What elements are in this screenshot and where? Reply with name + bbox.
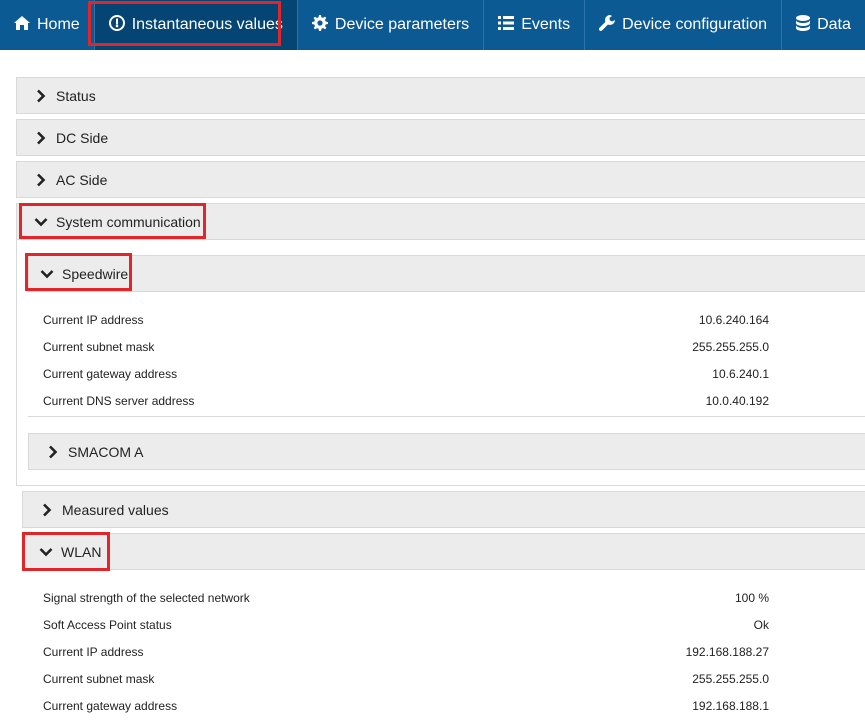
row-value: 100 %: [734, 591, 769, 605]
row-label: Signal strength of the selected network: [43, 591, 250, 605]
chevron-right-icon: [34, 173, 48, 187]
panel-smacom-a-label: SMACOM A: [68, 443, 144, 460]
row-value: 192.168.188.27: [685, 645, 769, 659]
row-label: Current IP address: [43, 645, 144, 659]
table-row: Current DNS server address 10.0.40.192: [43, 394, 769, 410]
table-row: Current subnet mask 255.255.255.0: [43, 340, 769, 356]
chevron-right-icon: [40, 503, 54, 517]
nav-home[interactable]: Home: [0, 0, 95, 50]
row-label: Current DNS server address: [43, 394, 195, 408]
nav-device-configuration-label: Device configuration: [622, 16, 768, 33]
top-navbar: Home Instantaneous values Device paramet…: [0, 0, 865, 50]
table-row: Current IP address 10.6.240.164: [43, 313, 769, 329]
nav-data-label: Data: [817, 16, 851, 33]
row-label: Current subnet mask: [43, 340, 155, 354]
chevron-right-icon: [34, 131, 48, 145]
panel-ac-side-label: AC Side: [56, 171, 108, 188]
row-label: Current IP address: [43, 313, 144, 327]
chevron-right-icon: [46, 445, 60, 459]
panel-wlan-label: WLAN: [61, 543, 102, 560]
gauge-icon: [108, 14, 125, 36]
gear-icon: [311, 14, 328, 36]
table-row: Current gateway address 192.168.188.1: [43, 699, 769, 715]
row-value: 10.6.240.1: [712, 367, 769, 381]
nav-device-configuration[interactable]: Device configuration: [585, 0, 783, 50]
nav-instantaneous-values-label: Instantaneous values: [131, 16, 283, 33]
chevron-right-icon: [34, 89, 48, 103]
panel-measured-values[interactable]: Measured values: [22, 491, 865, 528]
chevron-down-icon: [34, 215, 48, 229]
nav-device-parameters-label: Device parameters: [334, 16, 470, 33]
row-label: Current gateway address: [43, 699, 178, 713]
table-row: Current subnet mask 255.255.255.0: [43, 672, 769, 688]
panel-system-communication-label: System communication: [56, 213, 201, 230]
panel-dc-side[interactable]: DC Side: [16, 119, 865, 156]
panel-status[interactable]: Status: [16, 77, 865, 114]
panel-speedwire-label: Speedwire: [62, 265, 129, 282]
row-label: Current subnet mask: [43, 672, 155, 686]
panel-system-communication[interactable]: System communication: [16, 203, 865, 240]
panel-wlan[interactable]: WLAN: [22, 533, 865, 570]
row-label: Current gateway address: [43, 367, 178, 381]
row-value: 255.255.255.0: [692, 340, 769, 354]
nav-home-label: Home: [37, 16, 80, 33]
row-value: Ok: [753, 618, 769, 632]
table-row: Current IP address 192.168.188.27: [43, 645, 769, 661]
nav-events-label: Events: [521, 16, 571, 33]
row-value: 255.255.255.0: [692, 672, 769, 686]
panel-speedwire[interactable]: Speedwire: [28, 255, 865, 292]
panel-smacom-a[interactable]: SMACOM A: [28, 433, 865, 470]
row-label: Soft Access Point status: [43, 618, 172, 632]
row-value: 10.0.40.192: [705, 394, 769, 408]
panel-dc-side-label: DC Side: [56, 129, 109, 146]
panel-ac-side[interactable]: AC Side: [16, 161, 865, 198]
nav-instantaneous-values[interactable]: Instantaneous values: [94, 0, 298, 50]
wrench-icon: [599, 14, 616, 36]
home-icon: [14, 15, 30, 35]
table-row: Signal strength of the selected network …: [43, 591, 769, 607]
panel-measured-values-label: Measured values: [62, 501, 169, 518]
nav-events[interactable]: Events: [484, 0, 586, 50]
chevron-down-icon: [39, 545, 53, 559]
list-icon: [498, 15, 515, 35]
table-row: Soft Access Point status Ok: [43, 618, 769, 634]
row-value: 10.6.240.164: [698, 313, 769, 327]
row-value: 192.168.188.1: [692, 699, 769, 713]
database-icon: [796, 14, 811, 36]
nav-device-parameters[interactable]: Device parameters: [298, 0, 485, 50]
nav-data[interactable]: Data: [782, 0, 865, 50]
table-row: Current gateway address 10.6.240.1: [43, 367, 769, 383]
chevron-down-icon: [40, 267, 54, 281]
panel-status-label: Status: [56, 87, 96, 104]
